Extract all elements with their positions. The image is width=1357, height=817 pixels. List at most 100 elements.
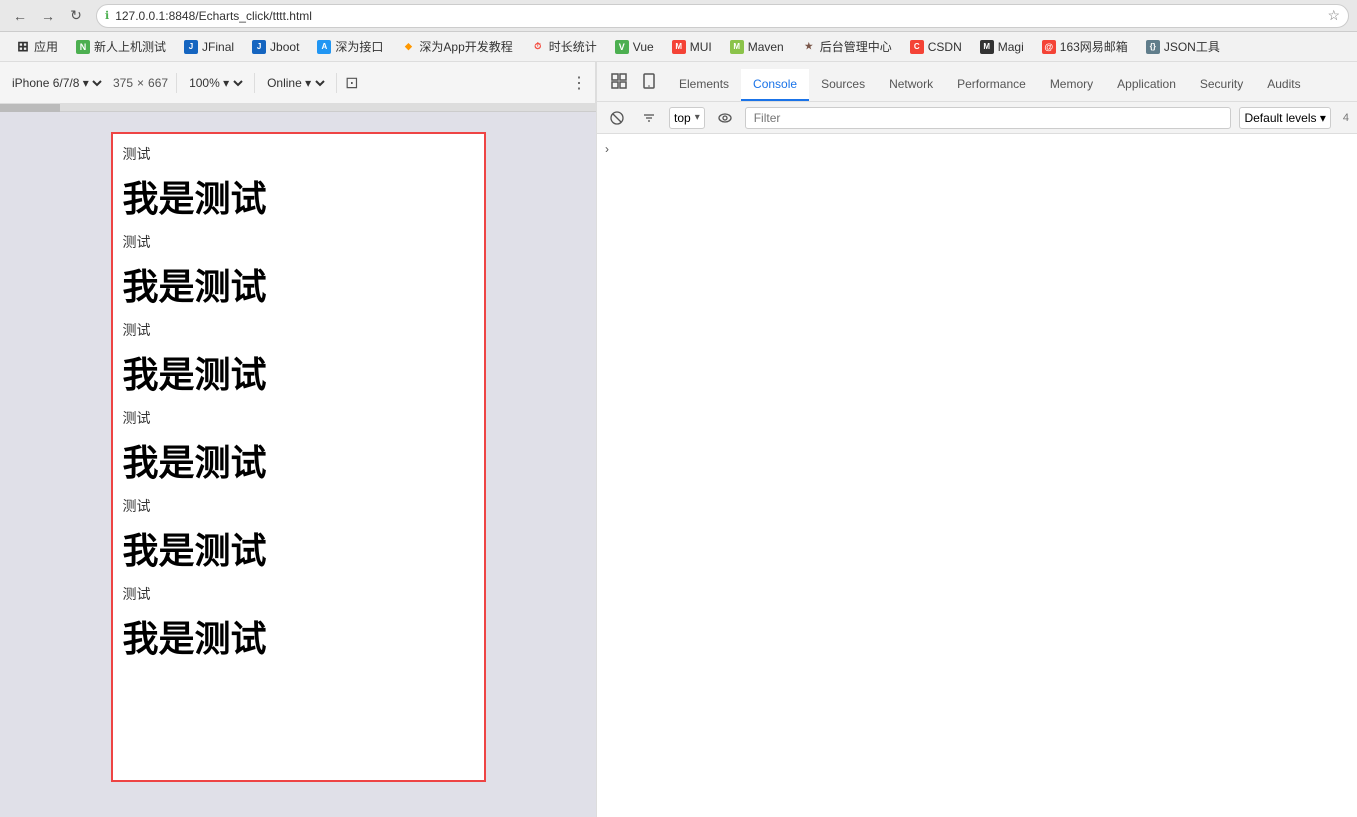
reload-button[interactable]: ↻: [64, 4, 88, 28]
title-bar: ← → ↻ ℹ 127.0.0.1:8848/Echarts_click/ttt…: [0, 0, 1357, 32]
list-item: 测试: [123, 496, 474, 516]
bookmark-apps-label: 应用: [34, 38, 58, 55]
sep-1: [176, 73, 177, 93]
bookmark-appdev-label: 深为App开发教程: [419, 38, 512, 55]
list-item: 我是测试: [123, 346, 474, 398]
bookmark-star-icon[interactable]: ☆: [1327, 7, 1340, 24]
tab-elements[interactable]: Elements: [667, 69, 741, 101]
bookmark-jfinal[interactable]: J JFinal: [176, 35, 242, 59]
page-content-area: 测试 我是测试 测试 我是测试 测试 我是测试 测试 我是测试 测试 我是测试 …: [0, 112, 596, 817]
page-viewport: iPhone 6/7/8 ▾ 375 × 667 100% ▾ Online ▾…: [0, 62, 596, 817]
api-icon: A: [317, 40, 331, 54]
dimension-display: 375 × 667: [113, 76, 168, 90]
console-expand-icon[interactable]: ›: [605, 142, 609, 156]
bookmark-json[interactable]: {} JSON工具: [1138, 35, 1228, 59]
bookmark-163[interactable]: @ 163网易邮箱: [1034, 35, 1136, 59]
inspect-icon[interactable]: [605, 67, 633, 95]
eye-button[interactable]: [713, 106, 737, 130]
bookmark-apps[interactable]: ⊞ 应用: [8, 35, 66, 59]
top-scrollbar-thumb: [0, 104, 60, 112]
context-arrow-icon: ▾: [695, 112, 700, 123]
main-area: iPhone 6/7/8 ▾ 375 × 667 100% ▾ Online ▾…: [0, 62, 1357, 817]
tab-sources[interactable]: Sources: [809, 69, 877, 101]
url-text: 127.0.0.1:8848/Echarts_click/tttt.html: [115, 9, 1321, 23]
bookmark-admin-label: 后台管理中心: [820, 38, 892, 55]
device-selector[interactable]: iPhone 6/7/8 ▾: [8, 75, 105, 91]
apps-icon: ⊞: [16, 40, 30, 54]
bookmark-newuser[interactable]: N 新人上机测试: [68, 35, 174, 59]
device-toolbar: iPhone 6/7/8 ▾ 375 × 667 100% ▾ Online ▾…: [0, 62, 596, 104]
tab-security[interactable]: Security: [1188, 69, 1255, 101]
filter-button[interactable]: [637, 106, 661, 130]
list-item: 测试: [123, 408, 474, 428]
list-item: 我是测试: [123, 170, 474, 222]
height-value: 667: [148, 76, 168, 90]
tab-console[interactable]: Console: [741, 69, 809, 101]
bookmark-time-label: 时长统计: [549, 38, 597, 55]
bookmark-api[interactable]: A 深为接口: [309, 35, 391, 59]
list-item: 测试: [123, 320, 474, 340]
list-item: 测试: [123, 144, 474, 164]
bookmark-maven-label: Maven: [748, 40, 784, 54]
tab-audits[interactable]: Audits: [1255, 69, 1312, 101]
bookmark-vue[interactable]: V Vue: [607, 35, 662, 59]
time-icon: ⏱: [531, 40, 545, 54]
mui-icon: M: [672, 40, 686, 54]
list-item: 我是测试: [123, 434, 474, 486]
bookmark-newuser-label: 新人上机测试: [94, 38, 166, 55]
sep-3: [336, 73, 337, 93]
count-badge: 4: [1343, 112, 1349, 124]
newuser-icon: N: [76, 40, 90, 54]
forward-button[interactable]: →: [36, 4, 60, 28]
console-context-selector[interactable]: top ▾: [669, 107, 705, 129]
address-bar[interactable]: ℹ 127.0.0.1:8848/Echarts_click/tttt.html…: [96, 4, 1349, 28]
bookmark-time[interactable]: ⏱ 时长统计: [523, 35, 605, 59]
bookmark-app-dev[interactable]: ◆ 深为App开发教程: [393, 35, 520, 59]
sep-2: [254, 73, 255, 93]
tab-network[interactable]: Network: [877, 69, 945, 101]
jboot-icon: J: [252, 40, 266, 54]
top-scrollbar: [0, 104, 596, 112]
levels-value: Default levels ▾: [1244, 111, 1325, 125]
tab-application[interactable]: Application: [1105, 69, 1188, 101]
rotate-icon[interactable]: ⊡: [345, 73, 358, 93]
back-button[interactable]: ←: [8, 4, 32, 28]
magi-icon: M: [980, 40, 994, 54]
json-icon: {}: [1146, 40, 1160, 54]
more-options-btn[interactable]: ⋮: [571, 73, 587, 93]
list-item: 我是测试: [123, 522, 474, 574]
console-body: ›: [597, 134, 1357, 817]
bookmark-csdn[interactable]: C CSDN: [902, 35, 970, 59]
bookmark-mui-label: MUI: [690, 40, 712, 54]
bookmark-admin[interactable]: ★ 后台管理中心: [794, 35, 900, 59]
jfinal-icon: J: [184, 40, 198, 54]
devtools-panel: Elements Console Sources Network Perform…: [596, 62, 1357, 817]
bookmark-jboot-label: Jboot: [270, 40, 299, 54]
devtools-tab-icons: [601, 62, 667, 101]
bookmark-magi[interactable]: M Magi: [972, 35, 1032, 59]
bookmark-jboot[interactable]: J Jboot: [244, 35, 307, 59]
log-levels-selector[interactable]: Default levels ▾: [1239, 107, 1330, 129]
context-value: top: [674, 111, 691, 125]
network-throttle-selector[interactable]: Online ▾: [263, 75, 328, 91]
device-frame: 测试 我是测试 测试 我是测试 测试 我是测试 测试 我是测试 测试 我是测试 …: [111, 132, 486, 782]
tab-memory[interactable]: Memory: [1038, 69, 1105, 101]
console-filter-input[interactable]: [745, 107, 1232, 129]
bookmark-mui[interactable]: M MUI: [664, 35, 720, 59]
zoom-selector[interactable]: 100% ▾: [185, 75, 246, 91]
bookmarks-bar: ⊞ 应用 N 新人上机测试 J JFinal J Jboot A 深为接口 ◆ …: [0, 32, 1357, 62]
console-toolbar: top ▾ Default levels ▾ 4: [597, 102, 1357, 134]
bookmark-api-label: 深为接口: [335, 38, 383, 55]
admin-icon: ★: [802, 40, 816, 54]
bookmark-magi-label: Magi: [998, 40, 1024, 54]
list-item: 我是测试: [123, 258, 474, 310]
bookmark-maven[interactable]: M Maven: [722, 35, 792, 59]
tab-performance[interactable]: Performance: [945, 69, 1038, 101]
nav-buttons: ← → ↻: [8, 4, 88, 28]
bookmark-163-label: 163网易邮箱: [1060, 38, 1128, 55]
device-mode-icon[interactable]: [635, 67, 663, 95]
163-icon: @: [1042, 40, 1056, 54]
csdn-icon: C: [910, 40, 924, 54]
clear-console-button[interactable]: [605, 106, 629, 130]
list-item: 测试: [123, 232, 474, 252]
